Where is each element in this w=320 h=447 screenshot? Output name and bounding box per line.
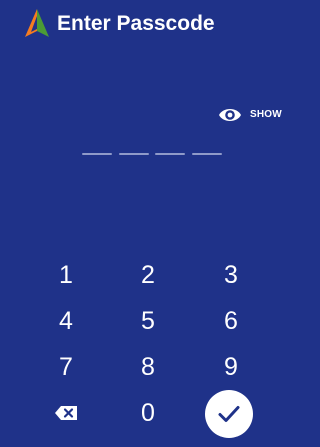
backspace-button[interactable] bbox=[41, 395, 91, 431]
app-logo-icon bbox=[25, 9, 49, 37]
key-1[interactable]: 1 bbox=[41, 257, 91, 293]
key-7[interactable]: 7 bbox=[41, 349, 91, 385]
key-4[interactable]: 4 bbox=[41, 303, 91, 339]
passcode-slot bbox=[82, 153, 112, 155]
key-0[interactable]: 0 bbox=[123, 395, 173, 431]
key-2[interactable]: 2 bbox=[123, 257, 173, 293]
numeric-keypad: 1 2 3 4 5 6 7 8 9 0 bbox=[21, 254, 276, 440]
key-9[interactable]: 9 bbox=[206, 349, 256, 385]
show-passcode-toggle[interactable]: SHOW bbox=[218, 103, 288, 127]
page-title: Enter Passcode bbox=[57, 12, 215, 35]
passcode-slot bbox=[191, 153, 222, 155]
passcode-slot bbox=[118, 153, 149, 155]
key-3[interactable]: 3 bbox=[206, 257, 256, 293]
show-label: SHOW bbox=[250, 109, 282, 120]
app-bar: Enter Passcode bbox=[0, 0, 297, 50]
key-5[interactable]: 5 bbox=[123, 303, 173, 339]
key-8[interactable]: 8 bbox=[123, 349, 173, 385]
key-6[interactable]: 6 bbox=[206, 303, 256, 339]
backspace-icon bbox=[55, 406, 77, 420]
check-icon bbox=[218, 406, 240, 422]
passcode-slot bbox=[155, 153, 186, 155]
passcode-slots bbox=[82, 153, 222, 159]
confirm-button[interactable] bbox=[205, 390, 253, 438]
eye-icon bbox=[219, 109, 241, 121]
